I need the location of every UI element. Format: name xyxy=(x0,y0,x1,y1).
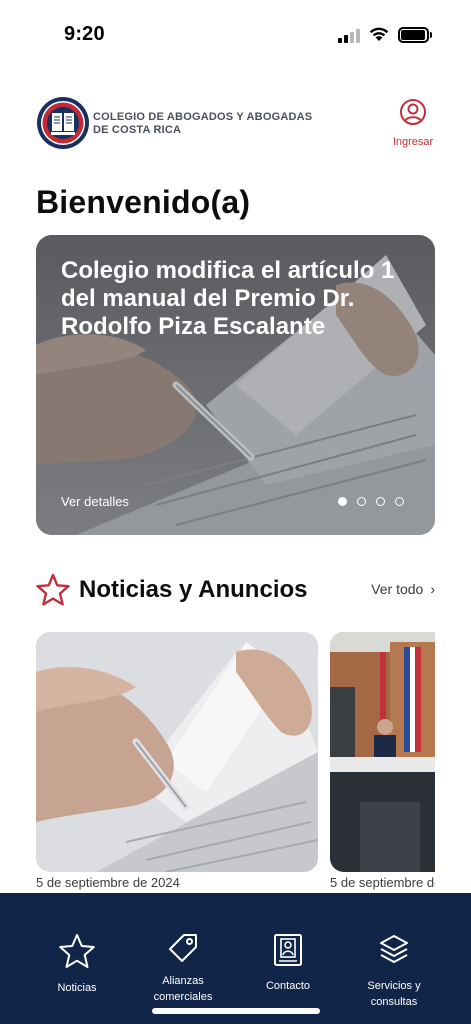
org-name: COLEGIO DE ABOGADOS Y ABOGADAS DE COSTA … xyxy=(93,111,313,136)
welcome-heading: Bienvenido(a) xyxy=(36,184,251,220)
star-icon xyxy=(59,934,95,968)
news-card-date: 5 de septiembre de 2024 xyxy=(36,875,180,890)
see-all-link[interactable]: Ver todo › xyxy=(371,581,435,597)
carousel-dot[interactable] xyxy=(395,497,404,506)
carousel-dot[interactable] xyxy=(376,497,385,506)
login-button[interactable]: Ingresar xyxy=(386,98,440,148)
news-section-title: Noticias y Anuncios xyxy=(79,576,308,603)
wifi-icon xyxy=(369,27,389,41)
status-time: 9:20 xyxy=(64,23,105,45)
news-card-image xyxy=(330,632,435,872)
nav-item-alliances[interactable]: Alianzas comerciales xyxy=(140,931,226,1005)
nav-item-contact[interactable]: Contacto xyxy=(258,933,318,994)
hero-title: Colegio modifica el artículo 1 del manua… xyxy=(61,257,395,340)
nav-label: Contacto xyxy=(265,980,311,992)
news-card[interactable] xyxy=(36,632,318,872)
see-all-label: Ver todo xyxy=(371,581,424,597)
status-bar: 9:20 xyxy=(0,0,471,70)
carousel-dot[interactable] xyxy=(357,497,366,506)
news-card[interactable] xyxy=(330,632,435,872)
battery-icon xyxy=(398,27,432,43)
contact-book-icon xyxy=(274,934,302,966)
star-icon xyxy=(36,573,70,606)
nav-label: Noticias xyxy=(57,982,97,994)
layers-icon xyxy=(380,935,408,963)
nav-label: Servicios y consultas xyxy=(367,980,421,1008)
bottom-navigation: Noticias Alianzas comerciales Contacto S… xyxy=(0,893,471,1024)
hero-carousel[interactable]: Colegio modifica el artículo 1 del manua… xyxy=(36,235,435,535)
nav-label: Alianzas comerciales xyxy=(153,975,213,1003)
view-details-link[interactable]: Ver detalles xyxy=(61,494,129,509)
org-logo xyxy=(37,97,89,149)
news-card-date: 5 de septiembre de 2024 xyxy=(330,875,435,890)
app-header: COLEGIO DE ABOGADOS Y ABOGADAS DE COSTA … xyxy=(0,90,471,160)
nav-item-services[interactable]: Servicios y consultas xyxy=(356,933,432,1010)
chevron-right-icon: › xyxy=(430,581,435,597)
user-icon xyxy=(400,99,426,125)
home-indicator[interactable] xyxy=(152,1008,320,1014)
news-section-header: Noticias y Anuncios Ver todo › xyxy=(36,571,435,611)
login-label: Ingresar xyxy=(392,136,434,148)
cellular-signal-icon xyxy=(338,28,362,43)
nav-item-news[interactable]: Noticias xyxy=(47,933,107,996)
news-card-image xyxy=(36,632,318,872)
carousel-dot[interactable] xyxy=(338,497,347,506)
tag-icon xyxy=(169,934,197,962)
